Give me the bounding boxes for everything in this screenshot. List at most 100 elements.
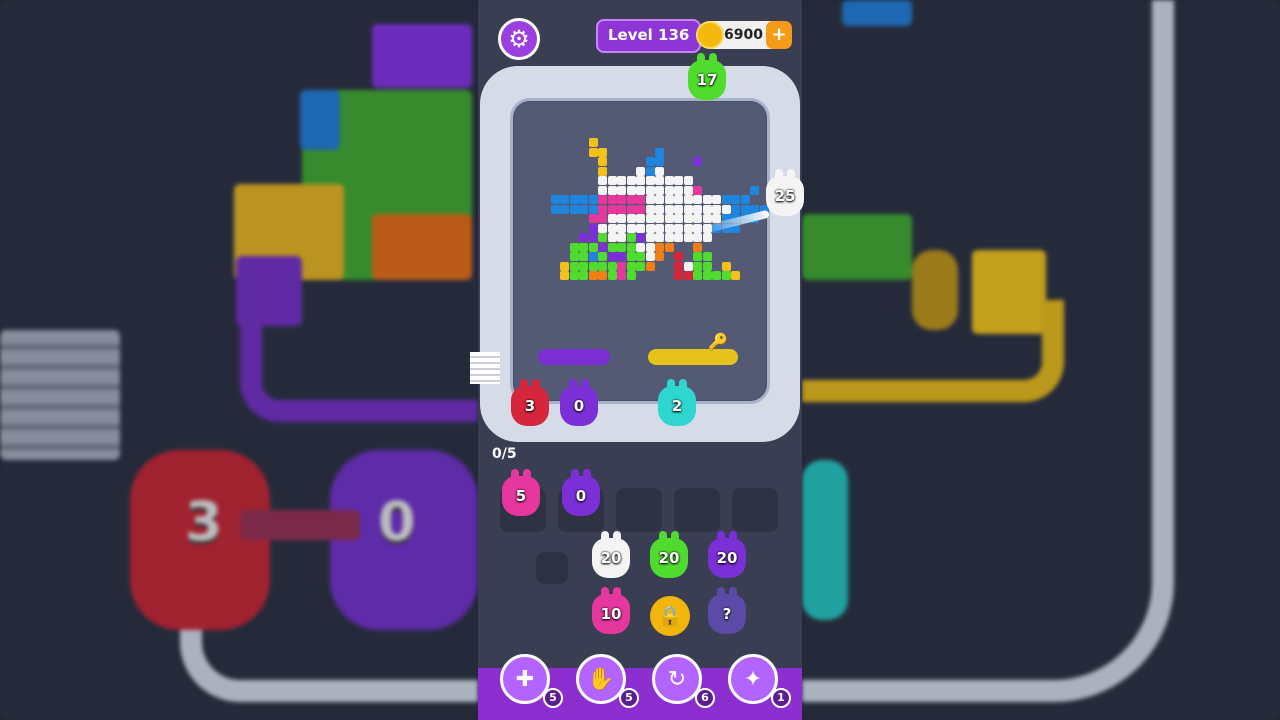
background-left: 3 0 bbox=[0, 0, 478, 720]
pixel-block bbox=[588, 195, 598, 204]
pixel-block bbox=[569, 195, 579, 204]
pixel-block bbox=[617, 185, 626, 195]
pixel-block bbox=[721, 195, 731, 204]
pixel-block bbox=[560, 261, 569, 271]
pixel-block bbox=[683, 271, 693, 280]
add-coins-button[interactable]: + bbox=[766, 21, 792, 49]
pixel-block bbox=[598, 204, 607, 214]
holding-slot[interactable] bbox=[616, 488, 662, 532]
holding-slot[interactable] bbox=[732, 488, 778, 532]
key-icon: 🔑 bbox=[708, 332, 728, 351]
pixel-block bbox=[674, 176, 683, 185]
coin-value: 6900 bbox=[724, 27, 763, 43]
pixel-block bbox=[598, 223, 607, 233]
pixel-block bbox=[588, 223, 598, 233]
pixel-block bbox=[693, 195, 702, 204]
pixel-block bbox=[598, 157, 607, 166]
lock-icon[interactable]: 🔒 bbox=[650, 596, 690, 636]
pixel-block bbox=[645, 261, 655, 271]
pixel-block bbox=[636, 233, 645, 242]
bunny-mystery[interactable]: ? bbox=[708, 587, 746, 634]
pixel-block bbox=[645, 195, 655, 204]
pixel-block bbox=[617, 233, 626, 242]
pixel-block bbox=[712, 195, 721, 204]
level-label: Level 136 bbox=[596, 19, 702, 53]
pixel-block bbox=[693, 233, 702, 242]
pixel-block bbox=[645, 176, 655, 185]
bunny-white[interactable]: 25 bbox=[766, 169, 804, 216]
pixel-block bbox=[674, 233, 683, 242]
pixel-block bbox=[674, 185, 683, 195]
settings-gear-icon[interactable]: ⚙ bbox=[498, 18, 540, 60]
coin-counter: 6900 + bbox=[696, 21, 792, 49]
pixel-block bbox=[674, 195, 683, 204]
bunny-red[interactable]: 3 bbox=[511, 379, 549, 426]
bunny-white[interactable]: 20 bbox=[592, 531, 630, 578]
pixel-block bbox=[626, 214, 636, 223]
bunny-pink[interactable]: 5 bbox=[502, 469, 540, 516]
holding-slot[interactable] bbox=[674, 488, 720, 532]
bunny-cyan[interactable]: 2 bbox=[658, 379, 696, 426]
pixel-block bbox=[626, 242, 636, 252]
pixel-block bbox=[740, 204, 750, 214]
pixel-block bbox=[683, 223, 693, 233]
pixel-block bbox=[721, 204, 731, 214]
pixel-block bbox=[702, 233, 712, 242]
pixel-block bbox=[655, 223, 664, 233]
pixel-block bbox=[569, 204, 579, 214]
pixel-block bbox=[740, 195, 750, 204]
pixel-block bbox=[560, 195, 569, 204]
pixel-block bbox=[598, 195, 607, 204]
pixel-block bbox=[683, 261, 693, 271]
pixel-block bbox=[607, 233, 617, 242]
pixel-block bbox=[579, 271, 588, 280]
pixel-block bbox=[617, 252, 626, 261]
bunny-purple[interactable]: 0 bbox=[562, 469, 600, 516]
bunny-green[interactable]: 20 bbox=[650, 531, 688, 578]
pixel-block bbox=[598, 233, 607, 242]
bunny-green[interactable]: 17 bbox=[688, 53, 726, 100]
pixel-block bbox=[569, 271, 579, 280]
pixel-block bbox=[607, 214, 617, 223]
shuffle-icon: ↻ bbox=[667, 666, 687, 692]
background-number: 0 bbox=[378, 490, 416, 553]
pixel-block bbox=[607, 204, 617, 214]
pixel-block bbox=[569, 261, 579, 271]
bunny-purple[interactable]: 0 bbox=[560, 379, 598, 426]
pixel-block bbox=[617, 195, 626, 204]
pixel-block bbox=[626, 195, 636, 204]
pixel-block bbox=[655, 157, 664, 166]
pixel-block bbox=[645, 214, 655, 223]
bunny-purple[interactable]: 20 bbox=[708, 531, 746, 578]
pixel-block bbox=[645, 223, 655, 233]
pixel-block bbox=[702, 195, 712, 204]
pixel-block bbox=[664, 204, 674, 214]
pixel-block bbox=[579, 233, 588, 242]
pixel-block bbox=[617, 242, 626, 252]
pixel-block bbox=[588, 138, 598, 147]
bunny-pink[interactable]: 10 bbox=[592, 587, 630, 634]
pixel-block bbox=[598, 147, 607, 157]
pixel-block bbox=[702, 261, 712, 271]
pixel-block bbox=[607, 261, 617, 271]
background-right bbox=[802, 0, 1280, 720]
pixel-block bbox=[702, 271, 712, 280]
pixel-block bbox=[693, 157, 702, 166]
pixel-block bbox=[636, 252, 645, 261]
pixel-block bbox=[693, 214, 702, 223]
pixel-block bbox=[664, 185, 674, 195]
pixel-block bbox=[626, 233, 636, 242]
pixel-block bbox=[579, 195, 588, 204]
pixel-block bbox=[626, 223, 636, 233]
pixel-block bbox=[607, 176, 617, 185]
game-screen: ⚙ Level 136 6900 + 0/5 🔒 bbox=[478, 0, 802, 720]
pixel-block bbox=[693, 261, 702, 271]
pixel-block bbox=[674, 223, 683, 233]
pixel-block bbox=[655, 147, 664, 157]
pixel-block bbox=[626, 185, 636, 195]
yellow-pipe bbox=[648, 349, 738, 365]
pixel-block bbox=[598, 252, 607, 261]
pixel-block bbox=[607, 195, 617, 204]
background-number: 3 bbox=[185, 490, 223, 553]
pixel-block bbox=[655, 176, 664, 185]
